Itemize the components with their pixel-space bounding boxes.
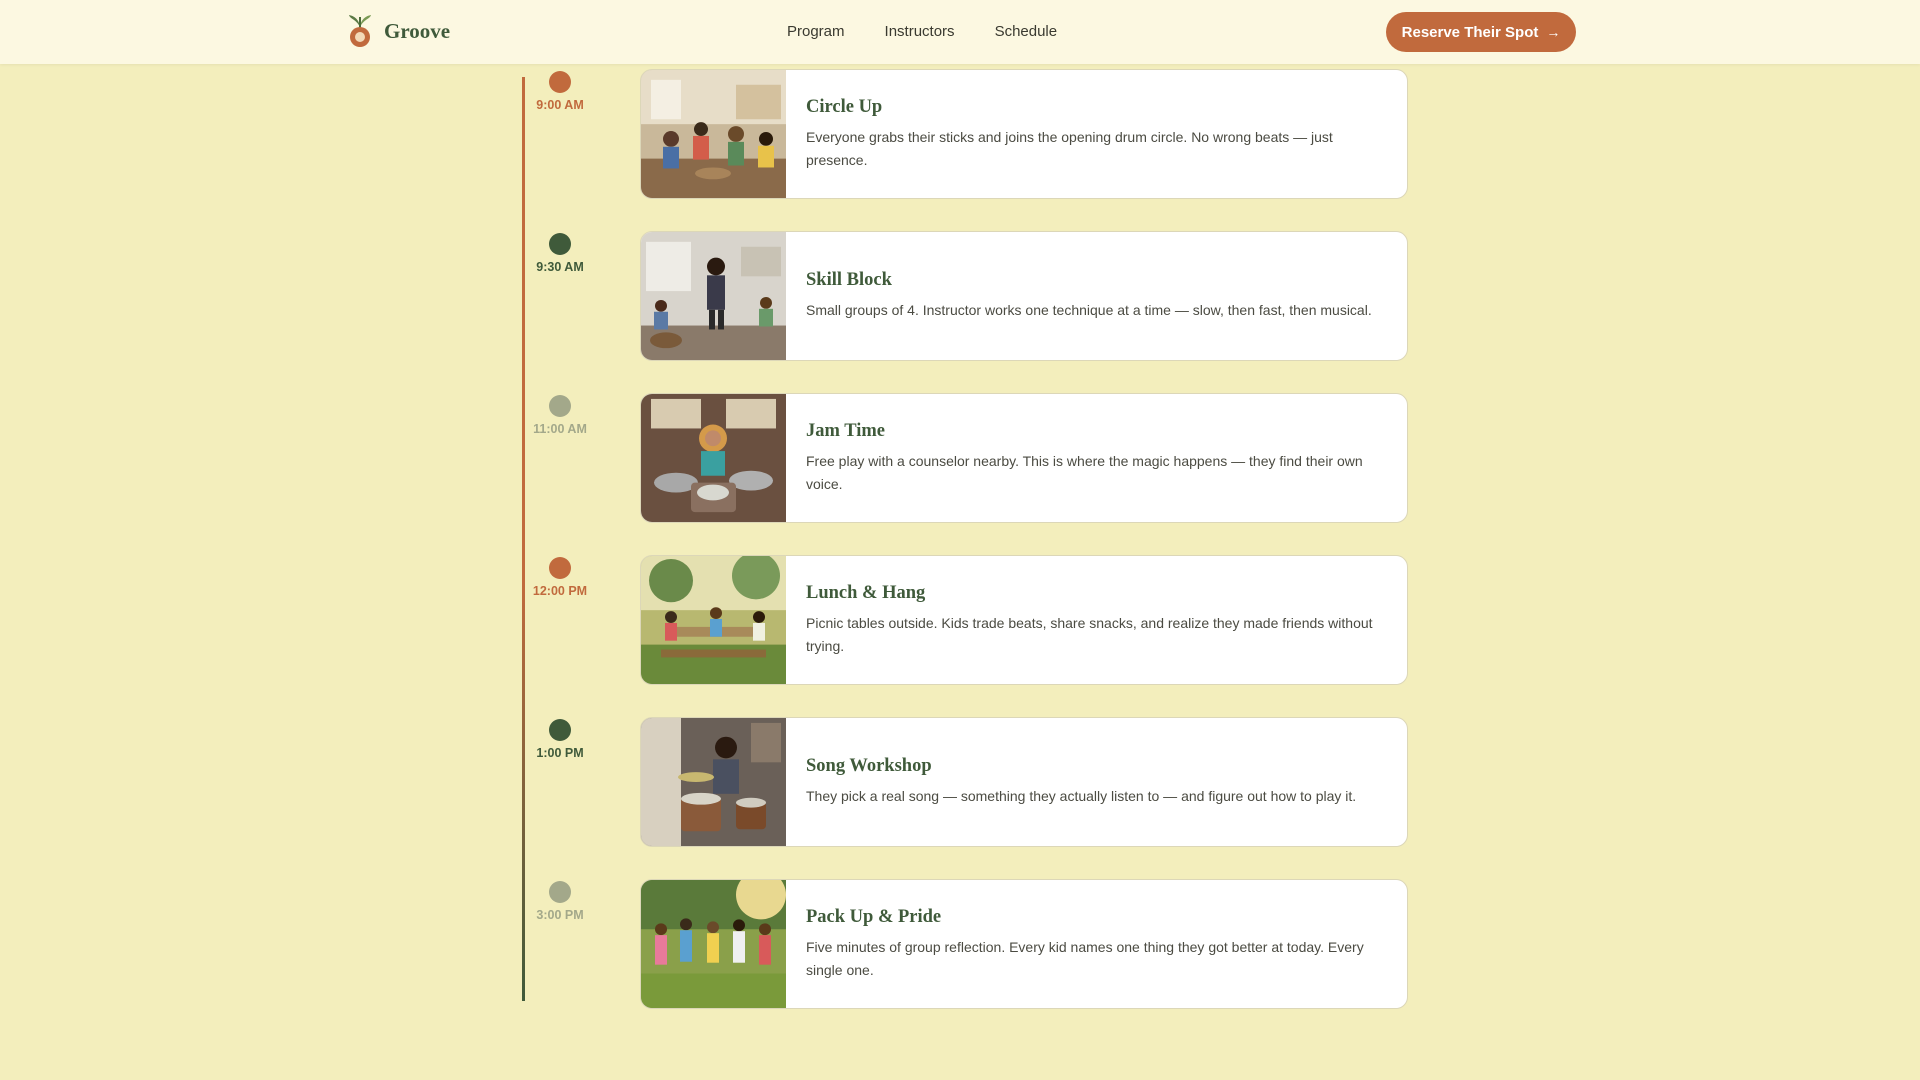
sprout-drum-icon [349, 15, 371, 47]
schedule-time: 3:00 PM [536, 908, 584, 922]
schedule-time: 9:00 AM [536, 98, 584, 112]
reserve-spot-button[interactable]: Reserve Their Spot → [1386, 12, 1576, 52]
reserve-spot-label: Reserve Their Spot [1401, 23, 1539, 41]
card-description: Free play with a counselor nearby. This … [806, 452, 1363, 492]
schedule-time: 9:30 AM [536, 260, 584, 274]
song-workshop-photo [641, 718, 786, 846]
schedule-card[interactable]: Skill Block Small groups of 4. Instructo… [640, 231, 1408, 361]
timeline-marker [549, 233, 571, 255]
nav-link-instructors[interactable]: Instructors [885, 23, 955, 40]
schedule-card[interactable]: Pack Up & Pride Five minutes of group re… [640, 879, 1408, 1009]
timeline-marker [549, 395, 571, 417]
schedule-card[interactable]: Jam Time Free play with a counselor near… [640, 393, 1408, 523]
card-description: Picnic tables outside. Kids trade beats,… [806, 614, 1373, 654]
jam-time-photo [641, 394, 786, 522]
brand-name: Groove [384, 18, 451, 43]
schedule-time: 12:00 PM [532, 584, 588, 598]
circle-up-photo [641, 70, 786, 198]
timeline-marker [549, 71, 571, 93]
schedule-card[interactable]: Lunch & Hang Picnic tables outside. Kids… [640, 555, 1408, 685]
card-title: Song Workshop [806, 756, 932, 776]
timeline-marker [549, 719, 571, 741]
schedule-time: 1:00 PM [536, 746, 584, 760]
card-title: Pack Up & Pride [806, 906, 942, 927]
card-title: Lunch & Hang [806, 582, 926, 603]
schedule-item: 3:00 PM Pack Up & Pride Five minutes of … [0, 879, 1920, 1009]
schedule-item: 1:00 PM Song Workshop They pick a real s… [0, 717, 1920, 847]
card-description: Small groups of 4. Instructor works one … [806, 302, 1372, 318]
schedule-item: 9:00 AM Circle Up Everyone grabs their s… [0, 69, 1920, 199]
card-description: Everyone grabs their sticks and joins th… [806, 128, 1333, 168]
card-body: Circle Up Everyone grabs their sticks an… [786, 70, 1407, 198]
site-header: Groove Program Instructors Schedule Rese… [0, 0, 1920, 64]
schedule-time: 11:00 AM [533, 422, 587, 436]
card-title: Circle Up [806, 96, 883, 117]
timeline-line [522, 77, 525, 1001]
card-description: Five minutes of group reflection. Every … [806, 938, 1364, 978]
schedule-item: 11:00 AM Jam Time Free play with a couns… [0, 393, 1920, 523]
schedule-item: 9:30 AM Skill Block Small groups of 4. I… [0, 231, 1920, 361]
card-title: Skill Block [806, 270, 892, 290]
nav-link-program[interactable]: Program [787, 23, 845, 40]
schedule-card[interactable]: Circle Up Everyone grabs their sticks an… [640, 69, 1408, 199]
brand-logo[interactable]: Groove [346, 13, 450, 49]
timeline-marker [549, 557, 571, 579]
timeline-marker [549, 881, 571, 903]
card-body: Skill Block Small groups of 4. Instructo… [786, 232, 1392, 360]
card-description: They pick a real song — something they a… [806, 788, 1357, 804]
lunch-hang-photo [641, 556, 786, 684]
card-title: Jam Time [806, 420, 885, 441]
arrow-right-icon: → [1546, 24, 1561, 40]
card-body: Jam Time Free play with a counselor near… [786, 394, 1407, 522]
card-body: Song Workshop They pick a real song — so… [786, 718, 1376, 846]
pack-up-pride-photo [641, 880, 786, 1008]
main-nav: Program Instructors Schedule [787, 23, 1057, 40]
skill-block-photo [641, 232, 786, 360]
schedule-card[interactable]: Song Workshop They pick a real song — so… [640, 717, 1408, 847]
card-body: Pack Up & Pride Five minutes of group re… [786, 880, 1407, 1008]
card-body: Lunch & Hang Picnic tables outside. Kids… [786, 556, 1407, 684]
nav-link-schedule[interactable]: Schedule [995, 23, 1058, 40]
schedule-item: 12:00 PM Lunch & Hang Picnic tables outs… [0, 555, 1920, 685]
